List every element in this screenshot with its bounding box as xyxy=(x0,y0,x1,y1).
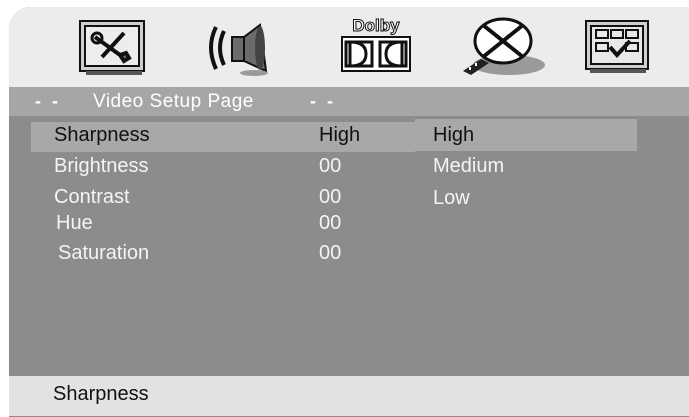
right-dashes: - - xyxy=(310,91,336,111)
osd-screen: Dolby - - Video Setup Page - - Sharpness… xyxy=(9,7,689,417)
setting-row-sharpness[interactable]: Sharpness High xyxy=(31,122,415,152)
page-title-bar: - - Video Setup Page - - xyxy=(9,87,689,116)
setting-value: 00 xyxy=(319,155,342,177)
setting-label: Brightness xyxy=(54,155,149,177)
general-setup-icon[interactable] xyxy=(76,15,152,79)
setting-row-saturation[interactable]: Saturation 00 xyxy=(31,240,415,270)
setting-label: Contrast xyxy=(54,186,130,208)
option-medium[interactable]: Medium xyxy=(415,150,637,182)
option-low[interactable]: Low xyxy=(415,182,637,214)
setting-row-brightness[interactable]: Brightness 00 xyxy=(31,153,415,183)
option-label: Medium xyxy=(433,155,505,177)
setting-value: High xyxy=(319,124,361,146)
setting-value: 00 xyxy=(319,242,342,264)
setting-row-hue[interactable]: Hue 00 xyxy=(31,210,415,240)
left-dashes: - - xyxy=(35,91,61,111)
settings-panel: Sharpness High Brightness 00 Contrast 00… xyxy=(9,116,689,374)
dolby-digital-icon[interactable]: Dolby xyxy=(336,15,416,79)
setting-label: Hue xyxy=(56,212,93,234)
setting-label: Saturation xyxy=(58,242,150,264)
video-setup-icon[interactable] xyxy=(459,15,549,79)
setting-value: 00 xyxy=(319,212,342,234)
icon-bar: Dolby xyxy=(9,7,689,87)
audio-speaker-icon[interactable] xyxy=(204,15,274,79)
setting-value: 00 xyxy=(319,186,342,208)
status-footer: Sharpness xyxy=(9,376,689,416)
option-label: High xyxy=(433,124,475,146)
setting-label: Sharpness xyxy=(54,124,150,146)
preferences-icon[interactable] xyxy=(582,15,652,79)
dolby-logo-text: Dolby xyxy=(352,16,400,35)
page-title: Video Setup Page xyxy=(93,91,254,112)
option-high[interactable]: High xyxy=(415,119,637,151)
option-label: Low xyxy=(433,187,470,209)
